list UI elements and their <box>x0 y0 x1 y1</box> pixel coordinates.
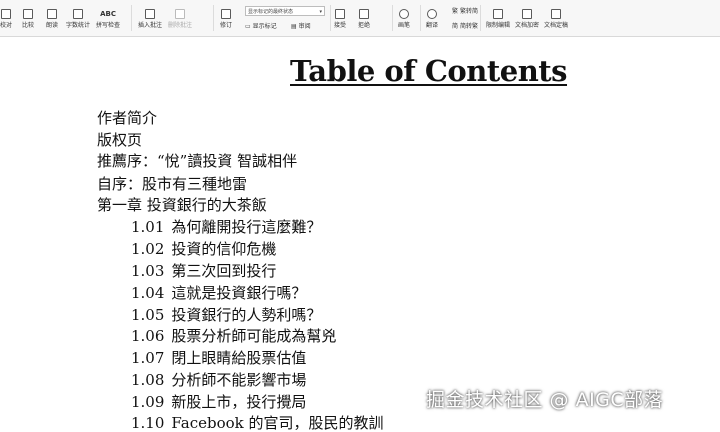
toc-entry[interactable]: 推薦序：“悅”讀投資 智誠相伴 <box>97 152 297 170</box>
separator <box>213 5 214 31</box>
word-count-button[interactable]: 字数统计 <box>66 3 90 33</box>
separator <box>420 5 421 31</box>
compare-icon <box>23 9 33 19</box>
separator <box>480 5 481 31</box>
show-markup-button[interactable]: ▭ 显示标记 <box>245 21 277 30</box>
to-traditional-button[interactable]: 繁 繁转简 <box>452 6 478 15</box>
convert-icon: 繁 <box>452 8 459 15</box>
toc-entry[interactable]: 1.08 分析師不能影響市場 <box>131 371 306 389</box>
toc-entry-text: 自序：股市有三種地雷 <box>97 175 248 193</box>
finalize-button[interactable]: 文档定稿 <box>544 3 568 33</box>
toc-entry-text: 第三次回到投行 <box>171 262 277 280</box>
toc-entry[interactable]: 1.04 這就是投資銀行嗎？ <box>131 284 306 302</box>
spell-check-icon: ABC <box>100 10 116 18</box>
toc-entry-text: 推薦序：“悅”讀投資 智誠相伴 <box>97 152 298 170</box>
watermark: 掘金技术社区 @ AIGC部落 <box>426 389 664 411</box>
chevron-down-icon: ▾ <box>319 9 322 15</box>
toc-entry[interactable]: 1.07 閉上眼睛給股票估值 <box>131 349 306 367</box>
toc-entry-number: 1.02 <box>131 240 165 258</box>
toc-entry-number: 1.07 <box>131 349 165 367</box>
pen-icon <box>399 9 409 19</box>
track-changes-button[interactable]: 修订 <box>220 3 232 33</box>
toc-entry-text: 為何離開投行這麼難？ <box>171 218 322 236</box>
reject-icon <box>359 9 369 19</box>
toc-entry-text: 第一章 投資銀行的大茶飯 <box>97 196 267 214</box>
separator <box>131 5 132 31</box>
toc-entry[interactable]: 版权页 <box>97 131 142 149</box>
toc-entry-text: 閉上眼睛給股票估值 <box>171 349 307 367</box>
toc-entry[interactable]: 1.03 第三次回到投行 <box>131 262 276 280</box>
toc-entry-number: 1.06 <box>131 327 165 345</box>
accept-button[interactable]: 接受 <box>334 3 346 33</box>
delete-comment-icon <box>175 9 185 19</box>
toc-entry-text: 新股上市，投行攪局 <box>171 393 307 411</box>
toc-entry-text: 這就是投資銀行嗎？ <box>171 284 307 302</box>
toc-entry[interactable]: 1.09 新股上市，投行攪局 <box>131 393 306 411</box>
reviewing-pane-button[interactable]: ▤ 审阅 <box>291 21 311 30</box>
proofread-button[interactable]: 校对 <box>0 3 12 33</box>
compare-button[interactable]: 比较 <box>22 3 34 33</box>
spell-check-button[interactable]: ABC 拼写检查 <box>96 3 120 33</box>
toc-entry[interactable]: 1.02 投資的信仰危機 <box>131 240 276 258</box>
toc-entry[interactable]: 1.06 股票分析師可能成為幫兇 <box>131 327 336 345</box>
toc-entry[interactable]: 1.05 投資銀行的人勢利嗎？ <box>131 306 321 324</box>
separator <box>392 5 393 31</box>
translate-button[interactable]: 翻译 <box>426 3 438 33</box>
encrypt-button[interactable]: 文档加密 <box>515 3 539 33</box>
toc-entry-text: 股票分析師可能成為幫兇 <box>171 327 337 345</box>
toc-entry-text: 投資的信仰危機 <box>171 240 277 258</box>
reject-button[interactable]: 拒绝 <box>358 3 370 33</box>
reviewing-pane-icon: ▤ <box>291 23 297 30</box>
page-title: Table of Contents <box>290 54 568 88</box>
toc-entry-text: 投資銀行的人勢利嗎？ <box>171 306 322 324</box>
toc-entry-number: 1.09 <box>131 393 165 411</box>
read-aloud-icon <box>47 9 57 19</box>
proofread-icon <box>1 9 11 19</box>
toc-entry-number: 1.01 <box>131 218 165 236</box>
toc-entry-number: 1.08 <box>131 371 165 389</box>
read-aloud-button[interactable]: 朗读 <box>46 3 58 33</box>
toc-entry[interactable]: 第一章 投資銀行的大茶飯 <box>97 196 267 214</box>
show-markup-icon: ▭ <box>245 23 251 30</box>
delete-comment-button[interactable]: 删除批注 <box>168 3 192 33</box>
toc-entry-number: 1.10 <box>131 414 165 432</box>
encrypt-icon <box>522 9 532 19</box>
toc-entry-text: 版权页 <box>97 131 143 149</box>
track-changes-icon <box>221 9 231 19</box>
translate-icon <box>427 9 437 19</box>
restrict-editing-button[interactable]: 限制编辑 <box>486 3 510 33</box>
markup-state-select[interactable]: 显示标记的最终状态 ▾ <box>245 6 325 16</box>
word-count-icon <box>73 9 83 19</box>
toc-entry[interactable]: 1.01 為何離開投行這麼難？ <box>131 218 321 236</box>
toc-entry-number: 1.03 <box>131 262 165 280</box>
document-page[interactable] <box>0 37 720 426</box>
pen-button[interactable]: 画笔 <box>398 3 410 33</box>
toc-entry-text: Facebook 的官司，股民的教訓 <box>171 414 384 432</box>
insert-comment-button[interactable]: 插入批注 <box>138 3 162 33</box>
insert-comment-icon <box>145 9 155 19</box>
accept-icon <box>335 9 345 19</box>
convert-icon: 简 <box>452 23 459 30</box>
restrict-editing-icon <box>493 9 503 19</box>
toc-entry-text: 分析師不能影響市場 <box>171 371 307 389</box>
separator <box>330 5 331 31</box>
toc-entry[interactable]: 1.10 Facebook 的官司，股民的教訓 <box>131 414 384 432</box>
toc-entry-number: 1.05 <box>131 306 165 324</box>
toc-entry-number: 1.04 <box>131 284 165 302</box>
toc-entry-text: 作者简介 <box>97 109 158 127</box>
toc-entry[interactable]: 作者简介 <box>97 109 157 127</box>
review-ribbon: 校对 比较 朗读 字数统计 ABC 拼写检查 插入批注 删除批注 修订 显示标记的… <box>0 0 720 37</box>
toc-entry[interactable]: 自序：股市有三種地雷 <box>97 175 247 193</box>
finalize-icon <box>551 9 561 19</box>
to-simplified-button[interactable]: 简 简转繁 <box>452 21 478 30</box>
